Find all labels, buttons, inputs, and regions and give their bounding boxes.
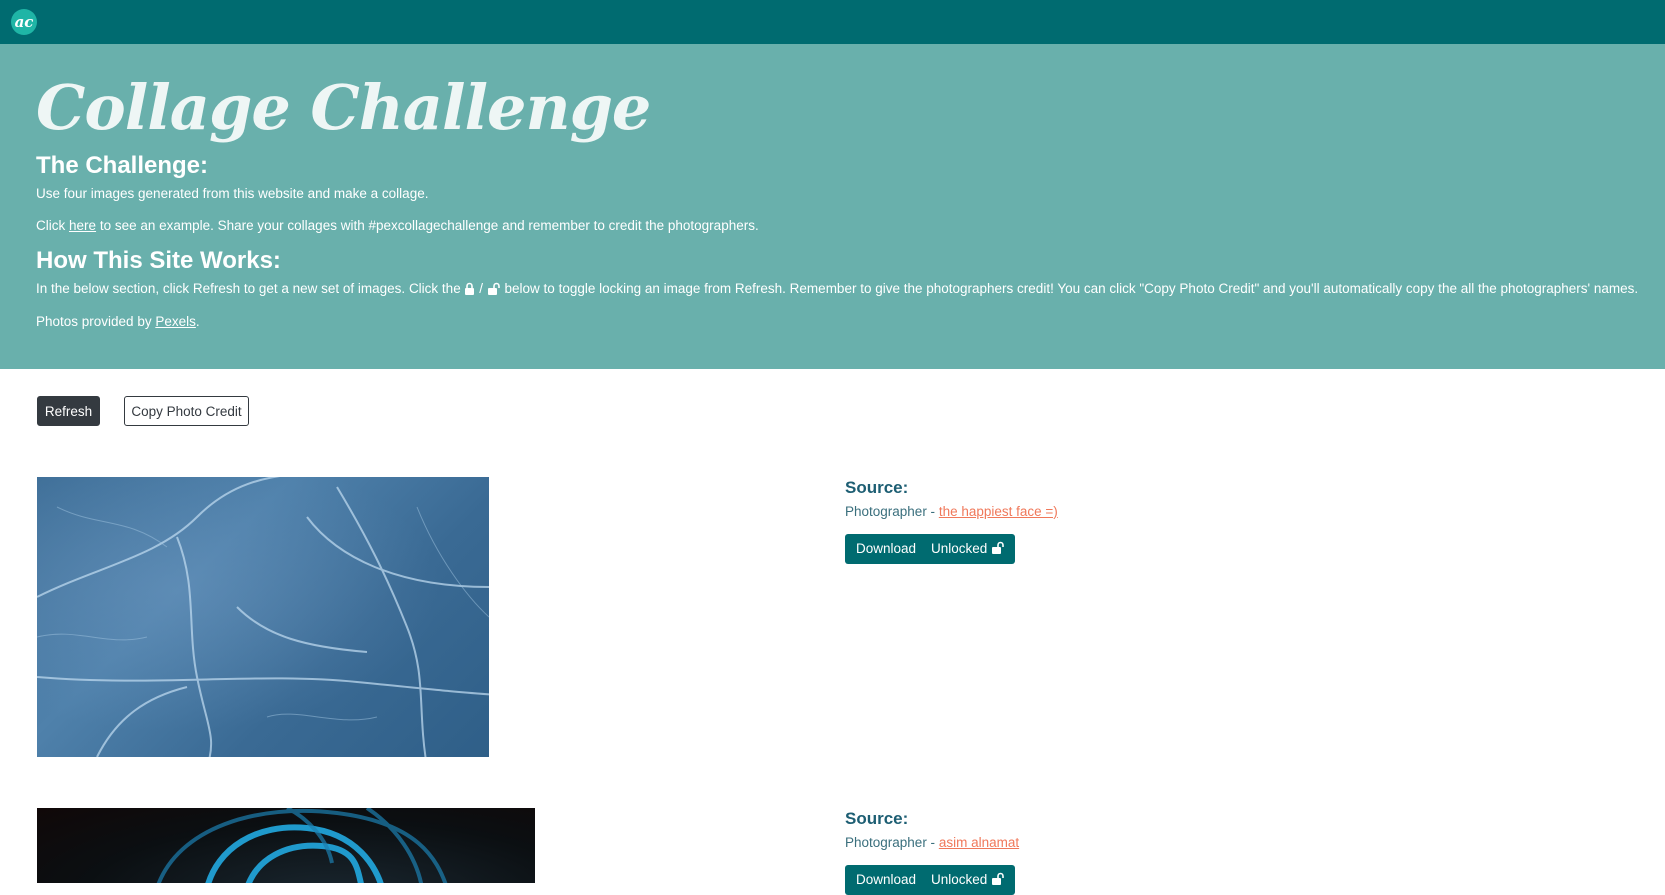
- copy-photo-credit-button[interactable]: Copy Photo Credit: [124, 396, 249, 426]
- photo-1-actions: Download Unlocked: [845, 534, 1015, 564]
- unlock-icon: [487, 282, 500, 295]
- unlock-icon: [992, 541, 1004, 554]
- example-link[interactable]: here: [69, 218, 96, 233]
- lock-icon: [465, 282, 475, 295]
- photo-2-actions: Download Unlocked: [845, 865, 1015, 895]
- provided-paragraph: Photos provided by Pexels.: [36, 313, 200, 331]
- unlock-icon: [992, 872, 1004, 885]
- example-suffix: to see an example. Share your collages w…: [99, 218, 759, 233]
- photo-2-photographer-link[interactable]: asim alnamat: [939, 835, 1019, 850]
- photo-1-credit: Photographer - the happiest face =): [845, 504, 1058, 519]
- light-trails-graphic: [156, 808, 448, 883]
- photo-1-source-title: Source:: [845, 478, 909, 497]
- photo-2-download-button[interactable]: Download: [845, 865, 927, 895]
- hero-banner: Collage Challenge The Challenge: Use fou…: [0, 44, 1665, 369]
- photo-2-source-title: Source:: [845, 809, 909, 828]
- page-title: Collage Challenge: [36, 71, 651, 144]
- lock-toggle-label: Unlocked: [931, 541, 988, 556]
- how-heading: How This Site Works:: [36, 247, 281, 274]
- collage-photo-1: [37, 477, 489, 757]
- pexels-link[interactable]: Pexels: [155, 314, 196, 329]
- how-text-part1: In the below section, click Refresh to g…: [36, 281, 461, 296]
- challenge-heading: The Challenge:: [36, 152, 209, 179]
- example-paragraph: Click here to see an example. Share your…: [36, 217, 759, 235]
- photo-2-lock-toggle[interactable]: Unlocked: [927, 865, 1015, 895]
- provided-suffix: .: [195, 314, 200, 329]
- refresh-button[interactable]: Refresh: [37, 396, 100, 426]
- how-text-part2: below to toggle locking an image from Re…: [504, 281, 1639, 296]
- collage-photo-2: [37, 808, 535, 883]
- lock-toggle-label: Unlocked: [931, 872, 988, 887]
- example-prefix: Click: [36, 218, 66, 233]
- provided-prefix: Photos provided by: [36, 314, 152, 329]
- how-paragraph: In the below section, click Refresh to g…: [36, 280, 1638, 298]
- photo-1-download-button[interactable]: Download: [845, 534, 927, 564]
- how-text-separator: /: [479, 281, 483, 296]
- photo-1-photographer-link[interactable]: the happiest face =): [939, 504, 1058, 519]
- photo-2-credit: Photographer - asim alnamat: [845, 835, 1019, 850]
- ice-texture-graphic: [37, 477, 489, 757]
- challenge-text: Use four images generated from this webs…: [36, 186, 429, 201]
- logo-icon[interactable]: ac: [11, 9, 37, 35]
- top-navbar: ac: [0, 0, 1665, 44]
- photographer-prefix: Photographer -: [845, 504, 936, 519]
- photo-1-lock-toggle[interactable]: Unlocked: [927, 534, 1015, 564]
- photographer-prefix: Photographer -: [845, 835, 936, 850]
